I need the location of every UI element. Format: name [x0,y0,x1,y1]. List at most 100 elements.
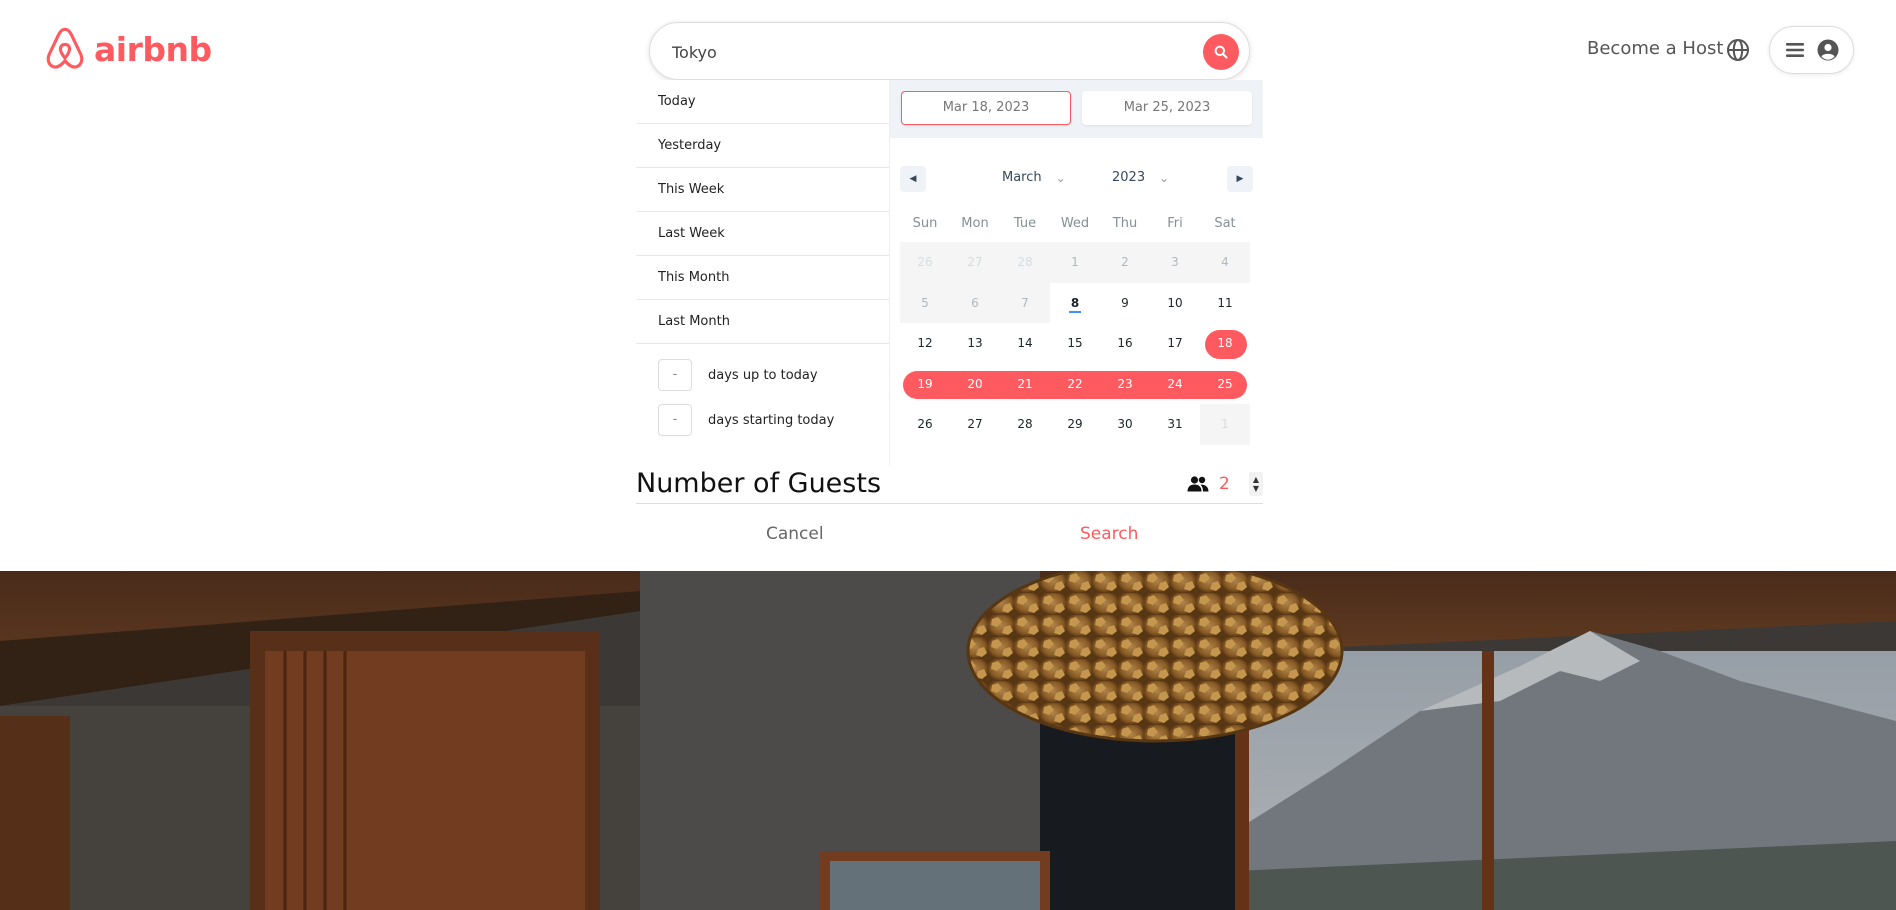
chevron-down-icon: ⌄ [1055,170,1066,185]
cancel-button[interactable]: Cancel [766,524,824,544]
calendar-day-number: 7 [1021,295,1029,310]
range-this-month[interactable]: This Month [636,256,889,300]
date-range-picker: Today Yesterday This Week Last Week This… [636,80,1263,466]
calendar-day: 3 [1150,242,1200,283]
calendar-day-number: 12 [917,336,933,350]
search-bar [649,22,1250,80]
user-circle-icon [1817,39,1838,61]
days-up-to-today-input[interactable]: - [658,359,692,391]
prev-month-button[interactable]: ◀ [900,166,926,192]
calendar-day: 4 [1200,242,1250,283]
calendar-day-number: 25 [1217,376,1233,391]
caret-right-icon: ▶ [1236,174,1244,184]
calendar-day[interactable]: 23 [1100,364,1150,405]
calendar-area: Mar 18, 2023 Mar 25, 2023 ◀ March ⌄ 2023… [890,80,1263,466]
start-date-field[interactable]: Mar 18, 2023 [901,91,1071,125]
calendar-day[interactable]: 14 [1000,323,1050,364]
calendar-day-number: 4 [1221,255,1229,269]
calendar-day-number: 24 [1167,376,1183,391]
calendar-day[interactable]: 29 [1050,404,1100,445]
month-select[interactable]: March ⌄ [1002,170,1066,185]
range-yesterday[interactable]: Yesterday [636,124,889,168]
calendar-day-number: 18 [1217,336,1233,350]
calendar-day-number: 19 [917,376,933,391]
calendar-day: 26 [900,242,950,283]
user-menu-button[interactable] [1769,26,1854,74]
calendar-day[interactable]: 9 [1100,283,1150,324]
calendar-day[interactable]: 22 [1050,364,1100,405]
calendar-day[interactable]: 13 [950,323,1000,364]
calendar-day[interactable]: 8 [1050,283,1100,324]
calendar-day[interactable]: 28 [1000,404,1050,445]
range-last-month[interactable]: Last Month [636,300,889,344]
calendar-day-number: 16 [1117,336,1133,350]
calendar-day[interactable]: 12 [900,323,950,364]
calendar-day[interactable]: 30 [1100,404,1150,445]
guests-title: Number of Guests [636,468,882,499]
calendar-day[interactable]: 26 [900,404,950,445]
calendar-day-number: 17 [1167,336,1183,350]
hamburger-icon [1785,43,1804,57]
calendar-day[interactable]: 31 [1150,404,1200,445]
calendar-day-number: 29 [1067,417,1083,431]
calendar-day[interactable]: 10 [1150,283,1200,324]
year-select[interactable]: 2023 ⌄ [1112,170,1169,185]
calendar-day-number: 21 [1017,376,1033,391]
calendar-day-number: 10 [1167,295,1183,310]
calendar-day-number: 26 [917,417,933,431]
days-starting-today-row: - days starting today [658,404,834,436]
guests-control: 2 ▲ ▼ [1187,472,1263,496]
calendar-days: 26 27 28 1 2 3 4 5 6 7 8 9 10 11 12 13 14 15 16 17 18 19 20 21 2… [900,242,1250,445]
weekday-mon: Mon [961,216,989,231]
next-month-button[interactable]: ▶ [1227,166,1253,192]
calendar-day-number: 1 [1221,417,1229,431]
calendar-day-number: 27 [967,417,983,431]
days-starting-today-input[interactable]: - [658,404,692,436]
calendar-day[interactable]: 21 [1000,364,1050,405]
calendar-day-number: 13 [967,336,983,350]
guest-count[interactable]: 2 [1219,474,1239,494]
airbnb-logo[interactable]: airbnb [44,26,212,72]
become-host-link[interactable]: Become a Host [1587,38,1723,59]
brand-name: airbnb [94,29,212,69]
calendar-day-number: 11 [1217,295,1233,310]
calendar-day[interactable]: 27 [950,404,1000,445]
calendar-day[interactable]: 25 [1200,364,1250,405]
search-icon [1214,45,1228,59]
hero-image [0,571,1896,910]
calendar-day-number: 9 [1121,295,1129,310]
month-value: March [1002,170,1042,185]
caret-down-icon[interactable]: ▼ [1253,484,1259,493]
days-starting-today-label: days starting today [708,412,835,428]
range-this-week[interactable]: This Week [636,168,889,212]
month-navigation: ◀ March ⌄ 2023 ⌄ ▶ [900,166,1253,192]
range-last-week[interactable]: Last Week [636,212,889,256]
calendar-day: 28 [1000,242,1050,283]
end-date-field[interactable]: Mar 25, 2023 [1082,91,1252,125]
search-button[interactable] [1203,34,1239,70]
calendar-day-number: 23 [1117,376,1133,391]
hero-photo [0,571,1896,910]
calendar-day-number: 20 [967,376,983,391]
calendar-day[interactable]: 18 [1200,323,1250,364]
calendar-day[interactable]: 19 [900,364,950,405]
range-today[interactable]: Today [636,80,889,124]
picker-actions: Cancel Search [636,520,1263,550]
calendar-day[interactable]: 16 [1100,323,1150,364]
calendar-day-number: 8 [1068,295,1082,313]
defined-ranges: Today Yesterday This Week Last Week This… [636,80,890,466]
globe-icon[interactable] [1726,38,1750,62]
caret-up-icon[interactable]: ▲ [1253,475,1259,484]
calendar-day[interactable]: 17 [1150,323,1200,364]
search-submit-button[interactable]: Search [1080,524,1138,544]
calendar-day-number: 1 [1071,255,1079,269]
calendar-day[interactable]: 15 [1050,323,1100,364]
calendar-day: 1 [1200,404,1250,445]
calendar-day[interactable]: 24 [1150,364,1200,405]
guest-stepper[interactable]: ▲ ▼ [1249,472,1263,496]
search-input[interactable] [672,37,1152,67]
calendar-day-number: 6 [971,295,979,310]
people-icon [1187,476,1209,492]
calendar-day[interactable]: 11 [1200,283,1250,324]
calendar-day[interactable]: 20 [950,364,1000,405]
